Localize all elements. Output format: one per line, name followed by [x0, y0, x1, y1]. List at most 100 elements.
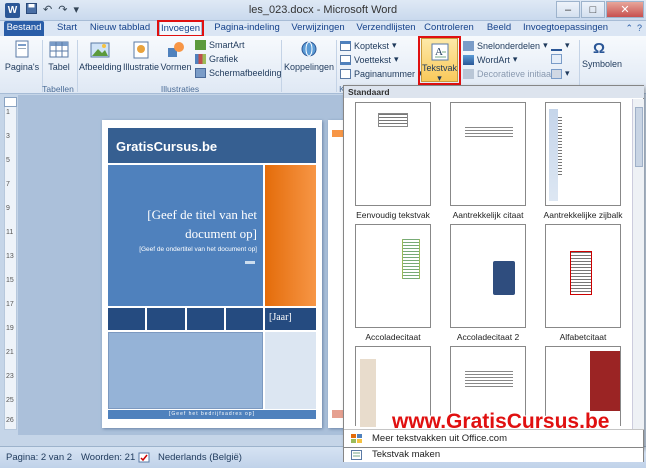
screenshot-icon: [195, 68, 206, 78]
thumb-preview: [465, 371, 513, 387]
menu-draw-textbox[interactable]: Tekstvak maken: [343, 448, 644, 462]
thumb-preview: [360, 359, 376, 427]
paginas-button[interactable]: Pagina's: [4, 40, 40, 72]
ruler-number: 23: [6, 373, 14, 380]
thumb-preview: [570, 251, 592, 295]
thumb-preview: [378, 113, 408, 127]
status-page[interactable]: Pagina: 2 van 2: [6, 452, 72, 463]
textbox-thumb-accoladecitaat-2[interactable]: [450, 224, 526, 328]
minimize-ribbon-icon[interactable]: ⌃: [625, 23, 633, 34]
tab-controleren[interactable]: Controleren: [424, 21, 474, 36]
grafiek-label: Grafiek: [209, 54, 239, 64]
cover-title-placeholder[interactable]: [Geef de titel van het document op]: [118, 205, 257, 243]
calendar-icon: [551, 54, 562, 64]
menu-draw-textbox-label: Tekstvak maken: [372, 449, 441, 460]
cover-footer-placeholder[interactable]: [Geef het bedrijfsadres op]: [108, 410, 316, 419]
thumb-preview: [549, 109, 558, 201]
tab-verwijzingen[interactable]: Verwijzingen: [290, 21, 346, 36]
ruler-number: 25: [6, 397, 14, 404]
ruler-number: 3: [6, 133, 10, 140]
textbox-label-alfabetcitaat: Alfabetcitaat: [559, 332, 607, 342]
highlight-box: [418, 36, 461, 85]
textbox-thumb-alfabetcitaat[interactable]: [545, 224, 621, 328]
textbox-thumb-aantrekkelijke-zijbalk[interactable]: [545, 102, 621, 206]
cover-side-block: [265, 332, 316, 409]
tab-pagina-indeling[interactable]: Pagina-indeling: [212, 21, 282, 36]
clipart-icon: [133, 41, 149, 59]
signature-line-button[interactable]: ▾: [551, 40, 570, 51]
afbeelding-label: Afbeelding: [79, 62, 122, 72]
textbox-thumb-aantrekkelijk-citaat[interactable]: [450, 102, 526, 206]
ribbon-right-controls: ⌃ ?: [625, 23, 642, 34]
snelonderdelen-button[interactable]: Snelonderdelen ▾: [463, 40, 548, 51]
illustratie-button[interactable]: Illustratie: [123, 40, 159, 72]
wordart-label: WordArt: [477, 54, 510, 65]
smartart-label: SmartArt: [209, 40, 245, 50]
cover-title-block[interactable]: [Geef de titel van het document op] [Gee…: [108, 165, 263, 306]
document-page[interactable]: GratisCursus.be [Geef de titel van het d…: [102, 120, 322, 428]
group-divider: [77, 40, 78, 92]
textbox-thumb-accoladecitaat[interactable]: [355, 224, 431, 328]
thumb-preview: [465, 127, 513, 137]
thumb-preview: [558, 117, 562, 177]
ruler-number: 7: [6, 181, 10, 188]
quick-parts-icon: [463, 40, 474, 51]
koppelingen-button[interactable]: Koppelingen: [284, 40, 334, 72]
grafiek-button[interactable]: Grafiek: [195, 54, 238, 64]
tab-verzendlijsten[interactable]: Verzendlijsten: [355, 21, 417, 36]
tab-start[interactable]: Start: [50, 21, 84, 36]
textbox-label-accoladecitaat: Accoladecitaat: [365, 332, 421, 342]
vormen-label: Vormen: [160, 62, 192, 72]
date-time-button[interactable]: [551, 54, 562, 64]
cover-year-placeholder[interactable]: [Jaar]: [265, 308, 316, 330]
koptekst-button[interactable]: Koptekst ▾: [340, 40, 397, 51]
paginanummer-button[interactable]: Paginanummer ▾: [340, 68, 423, 79]
tab-bestand[interactable]: Bestand: [4, 21, 44, 36]
vormen-button[interactable]: Vormen: [160, 40, 192, 72]
ruler-number: 26: [6, 417, 14, 424]
symbolen-button[interactable]: Ω Symbolen: [582, 40, 622, 69]
help-icon[interactable]: ?: [637, 23, 642, 34]
menu-more-textboxes-label: Meer tekstvakken uit Office.com: [372, 433, 507, 444]
textbox-label-aantrekkelijke-zijbalk: Aantrekkelijke zijbalk: [543, 210, 623, 220]
textbox-label-accoladecitaat-2: Accoladecitaat 2: [456, 332, 520, 342]
cover-author-placeholder[interactable]: [245, 261, 255, 264]
minimize-button[interactable]: –: [556, 1, 580, 18]
page-number-icon: [340, 68, 351, 79]
chart-icon: [195, 54, 206, 64]
status-language[interactable]: Nederlands (België): [158, 452, 242, 463]
close-button[interactable]: ✕: [606, 1, 644, 18]
ruler-number: 9: [6, 205, 10, 212]
maximize-button[interactable]: □: [581, 1, 605, 18]
cover-brand[interactable]: GratisCursus.be: [108, 128, 316, 163]
schermafbeelding-button[interactable]: Schermafbeelding: [195, 68, 282, 78]
decoratieve-initiaal-button[interactable]: Decoratieve initiaal ▾: [463, 68, 561, 79]
tab-beeld[interactable]: Beeld: [484, 21, 514, 36]
symbolen-label: Symbolen: [582, 59, 623, 69]
ruler-toggle-button[interactable]: [4, 97, 17, 107]
tab-nieuw-tabblad[interactable]: Nieuw tabblad: [88, 21, 152, 36]
wordart-button[interactable]: WordArt ▾: [463, 54, 517, 65]
thumb-preview: [590, 351, 620, 411]
cover-dark-row: [108, 308, 263, 330]
voettekst-button[interactable]: Voettekst ▾: [340, 54, 399, 65]
tab-invoegen[interactable]: Invoegen: [157, 20, 204, 37]
tab-invoegtoepassingen[interactable]: Invoegtoepassingen: [523, 21, 608, 36]
smartart-icon: [195, 40, 206, 50]
scrollbar-thumb[interactable]: [635, 107, 643, 167]
tabel-button[interactable]: Tabel: [45, 40, 73, 72]
proofing-icon[interactable]: [138, 452, 150, 466]
afbeelding-button[interactable]: Afbeelding: [79, 40, 122, 72]
cover-orange-block: [265, 165, 316, 306]
group-divider: [281, 40, 282, 92]
ruler-number: 21: [6, 349, 14, 356]
smartart-button[interactable]: SmartArt: [195, 40, 245, 50]
cover-light-block: [108, 332, 263, 409]
menu-more-textboxes[interactable]: Meer tekstvakken uit Office.com: [344, 432, 644, 446]
thumb-preview: [402, 239, 420, 279]
status-words[interactable]: Woorden: 21: [81, 452, 135, 463]
gallery-scrollbar[interactable]: [632, 99, 644, 429]
object-button[interactable]: ▾: [551, 68, 570, 79]
cover-subtitle-placeholder[interactable]: [Geef de ondertitel van het document op]: [114, 246, 257, 253]
textbox-thumb-eenvoudig[interactable]: [355, 102, 431, 206]
